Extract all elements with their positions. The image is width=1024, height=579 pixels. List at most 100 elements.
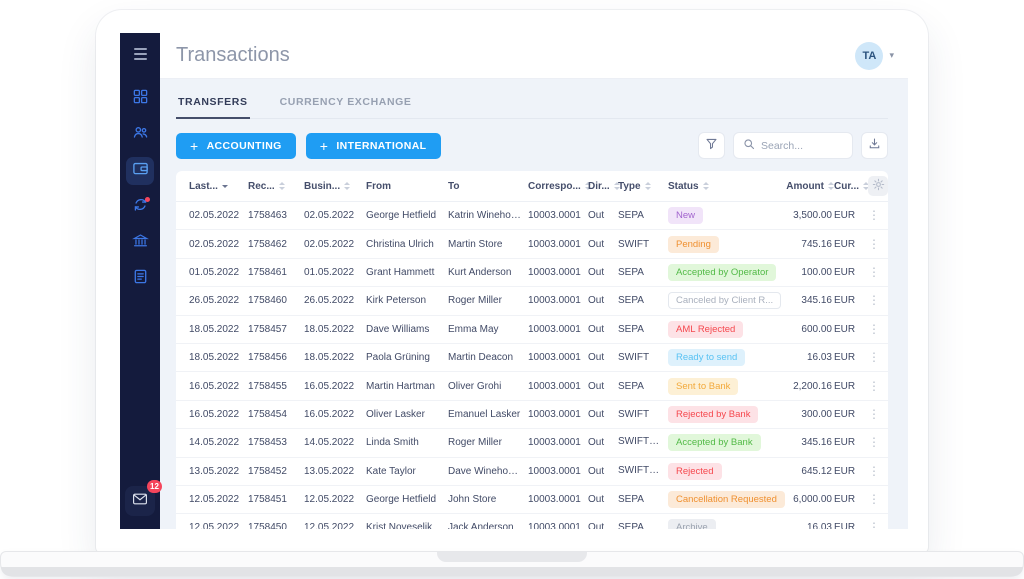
sidebar-item-accounts[interactable] bbox=[126, 157, 154, 185]
table-row[interactable]: 26.05.2022175846026.05.2022Kirk Peterson… bbox=[176, 287, 888, 315]
cell-direction: Out bbox=[588, 239, 618, 250]
laptop-screen: 12 Transactions TA ▾ TRANSFERS CURRENCY … bbox=[96, 10, 928, 553]
cell-date: 16.05.2022 bbox=[176, 409, 248, 420]
column-label: From bbox=[366, 181, 391, 192]
sort-icon[interactable] bbox=[279, 182, 285, 190]
column-header-amount[interactable]: Amount bbox=[776, 181, 834, 192]
column-header-correspondent[interactable]: Correspo... bbox=[528, 181, 588, 192]
column-settings-button[interactable] bbox=[868, 176, 888, 196]
type-label: SEPA bbox=[618, 381, 644, 392]
cell-currency: EUR bbox=[834, 352, 868, 363]
sidebar-item-currency-exchange[interactable] bbox=[126, 193, 154, 221]
cell-type: SEPA bbox=[618, 267, 668, 278]
type-label: SWIFT bbox=[618, 409, 649, 420]
cell-to: Katrin Winehouse bbox=[448, 210, 528, 221]
sidebar-item-bank[interactable] bbox=[126, 229, 154, 257]
cell-status: Accepted by Bank bbox=[668, 434, 776, 451]
cell-to: Kurt Anderson bbox=[448, 267, 528, 278]
cell-amount: 100.00 bbox=[776, 267, 834, 278]
cell-business_date: 26.05.2022 bbox=[304, 295, 366, 306]
avatar[interactable]: TA bbox=[855, 42, 883, 70]
sort-icon[interactable] bbox=[703, 182, 709, 190]
sort-icon[interactable] bbox=[222, 185, 228, 188]
type-label: SWIFT bbox=[618, 436, 659, 447]
row-menu-button[interactable]: ⋮ bbox=[868, 266, 888, 279]
cell-date: 14.05.2022 bbox=[176, 437, 248, 448]
cell-type: SWIFT bbox=[618, 239, 668, 250]
table-header: Last...Rec...Busin...FromToCorrespo...Di… bbox=[176, 171, 888, 202]
search-box bbox=[733, 132, 853, 159]
cell-correspondent: 10003.0001 bbox=[528, 295, 588, 306]
column-label: Correspo... bbox=[528, 181, 581, 192]
table-row[interactable]: 12.05.2022175845012.05.2022Krist Novesel… bbox=[176, 514, 888, 529]
table-row[interactable]: 16.05.2022175845516.05.2022Martin Hartma… bbox=[176, 372, 888, 400]
row-menu-button[interactable]: ⋮ bbox=[868, 294, 888, 307]
cell-status: Cancellation Requested bbox=[668, 491, 776, 508]
cell-from: Grant Hammett bbox=[366, 267, 448, 278]
kebab-icon: ⋮ bbox=[868, 492, 880, 506]
row-menu-button[interactable]: ⋮ bbox=[868, 238, 888, 251]
type-label: SEPA bbox=[618, 522, 644, 529]
cell-amount: 6,000.00 bbox=[776, 494, 834, 505]
filter-button[interactable] bbox=[698, 132, 725, 159]
sidebar-item-clients[interactable] bbox=[126, 121, 154, 149]
column-header-date[interactable]: Last... bbox=[176, 181, 248, 192]
column-header-type[interactable]: Type bbox=[618, 181, 668, 192]
cell-correspondent: 10003.0001 bbox=[528, 210, 588, 221]
row-menu-button[interactable]: ⋮ bbox=[868, 351, 888, 364]
column-header-receipt[interactable]: Rec... bbox=[248, 181, 304, 192]
table-tools bbox=[698, 132, 888, 159]
table-row[interactable]: 14.05.2022175845314.05.2022Linda SmithRo… bbox=[176, 429, 888, 457]
add-accounting-button[interactable]: + ACCOUNTING bbox=[176, 133, 296, 159]
table-row[interactable]: 16.05.2022175845416.05.2022Oliver Lasker… bbox=[176, 401, 888, 429]
sort-icon[interactable] bbox=[344, 182, 350, 190]
laptop-base-edge bbox=[1, 567, 1023, 576]
menu-toggle-button[interactable] bbox=[134, 48, 147, 60]
column-header-direction[interactable]: Dir... bbox=[588, 181, 618, 192]
export-button[interactable] bbox=[861, 132, 888, 159]
filter-icon bbox=[705, 137, 718, 155]
table-row[interactable]: 18.05.2022175845618.05.2022Paola Grüning… bbox=[176, 344, 888, 372]
table-row[interactable]: 02.05.2022175846302.05.2022George Hetfie… bbox=[176, 202, 888, 230]
row-menu-button[interactable]: ⋮ bbox=[868, 436, 888, 449]
table-row[interactable]: 01.05.2022175846101.05.2022Grant Hammett… bbox=[176, 259, 888, 287]
cell-type: SEPA bbox=[618, 295, 668, 306]
row-menu-button[interactable]: ⋮ bbox=[868, 380, 888, 393]
table-row[interactable]: 18.05.2022175845718.05.2022Dave Williams… bbox=[176, 316, 888, 344]
cell-direction: Out bbox=[588, 324, 618, 335]
row-menu-button[interactable]: ⋮ bbox=[868, 408, 888, 421]
status-badge: New bbox=[668, 207, 703, 224]
cell-business_date: 18.05.2022 bbox=[304, 352, 366, 363]
search-input[interactable] bbox=[761, 140, 843, 152]
cell-correspondent: 10003.0001 bbox=[528, 522, 588, 529]
row-menu-button[interactable]: ⋮ bbox=[868, 323, 888, 336]
column-label: Last... bbox=[189, 181, 218, 192]
cell-receipt: 1758452 bbox=[248, 466, 304, 477]
table-row[interactable]: 12.05.2022175845112.05.2022George Hetfie… bbox=[176, 486, 888, 514]
kebab-icon: ⋮ bbox=[868, 350, 880, 364]
cell-business_date: 13.05.2022 bbox=[304, 466, 366, 477]
column-header-business_date[interactable]: Busin... bbox=[304, 181, 366, 192]
sort-icon[interactable] bbox=[645, 182, 651, 190]
add-international-button[interactable]: + INTERNATIONAL bbox=[306, 133, 441, 159]
mail-widget: 12 bbox=[125, 486, 155, 516]
sidebar-item-dashboard[interactable] bbox=[126, 85, 154, 113]
tab-transfers[interactable]: TRANSFERS bbox=[176, 91, 250, 119]
cell-currency: EUR bbox=[834, 466, 868, 477]
cell-status: Pending bbox=[668, 236, 776, 253]
tab-currency-exchange[interactable]: CURRENCY EXCHANGE bbox=[278, 91, 414, 118]
column-header-status[interactable]: Status bbox=[668, 181, 776, 192]
cell-correspondent: 10003.0001 bbox=[528, 494, 588, 505]
user-menu[interactable]: TA ▾ bbox=[855, 42, 894, 70]
cell-date: 16.05.2022 bbox=[176, 381, 248, 392]
gear-icon bbox=[872, 178, 885, 194]
row-menu-button[interactable]: ⋮ bbox=[868, 521, 888, 529]
column-header-currency[interactable]: Cur... bbox=[834, 181, 868, 192]
table-row[interactable]: 13.05.2022175845213.05.2022Kate TaylorDa… bbox=[176, 458, 888, 486]
cell-type: SEPA bbox=[618, 210, 668, 221]
sidebar-item-statements[interactable] bbox=[126, 265, 154, 293]
row-menu-button[interactable]: ⋮ bbox=[868, 465, 888, 478]
row-menu-button[interactable]: ⋮ bbox=[868, 209, 888, 222]
row-menu-button[interactable]: ⋮ bbox=[868, 493, 888, 506]
table-row[interactable]: 02.05.2022175846202.05.2022Christina Ulr… bbox=[176, 230, 888, 258]
